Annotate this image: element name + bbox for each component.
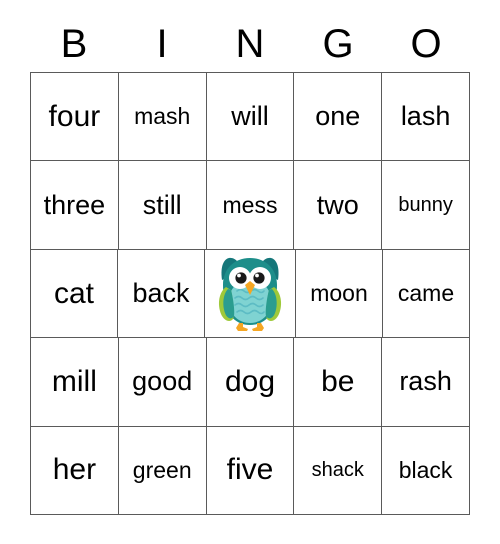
bingo-row: mill good dog be rash (31, 338, 470, 427)
bingo-cell-label: good (132, 366, 193, 397)
bingo-cell-label: three (43, 189, 106, 220)
bingo-cell[interactable]: back (118, 249, 205, 339)
bingo-cell[interactable]: still (118, 161, 207, 250)
bingo-cell[interactable]: bunny (382, 161, 470, 250)
bingo-row: her green five shack black (31, 426, 470, 516)
bingo-cell[interactable]: two (294, 161, 383, 250)
bingo-cell[interactable]: be (294, 338, 383, 427)
bingo-cell[interactable]: mill (31, 338, 119, 427)
bingo-cell[interactable]: shack (294, 426, 383, 516)
bingo-cell-label: cat (53, 276, 95, 310)
header-letter-b: B (60, 22, 88, 66)
bingo-cell-label: dog (224, 364, 276, 398)
bingo-cell[interactable]: cat (31, 249, 118, 339)
bingo-cell-label: came (397, 280, 455, 307)
bingo-cell[interactable]: black (382, 426, 470, 516)
bingo-cell-label: green (132, 456, 192, 483)
owl-icon (212, 254, 288, 334)
header-letter-o: O (410, 22, 442, 66)
bingo-cell[interactable]: will (206, 73, 295, 162)
bingo-cell-label: be (321, 364, 355, 398)
bingo-row: three still mess two bunny (31, 161, 470, 250)
bingo-cell-label: rash (399, 366, 452, 397)
bingo-cell[interactable]: her (31, 426, 119, 516)
bingo-row: four mash will one lash (31, 73, 470, 162)
header-letter-g: G (322, 22, 354, 66)
bingo-cell[interactable]: five (206, 426, 295, 516)
bingo-row: cat back moon came (31, 249, 470, 339)
bingo-cell-label: one (315, 101, 361, 132)
bingo-cell[interactable]: mess (206, 161, 295, 250)
bingo-cell-label: black (398, 456, 453, 483)
bingo-cell-label: four (48, 99, 101, 133)
bingo-cell[interactable]: mash (118, 73, 207, 162)
bingo-cell[interactable]: moon (296, 249, 383, 339)
bingo-free-space-cell[interactable] (205, 249, 296, 339)
bingo-cell-label: lash (400, 101, 451, 132)
bingo-cell-label: shack (311, 459, 364, 482)
bingo-cell[interactable]: lash (382, 73, 470, 162)
bingo-cell-label: mess (222, 191, 278, 218)
bingo-cell-label: her (52, 453, 97, 487)
bingo-cell[interactable]: four (31, 73, 119, 162)
bingo-cell-label: two (316, 189, 359, 220)
bingo-cell[interactable]: one (294, 73, 383, 162)
bingo-cell[interactable]: green (118, 426, 207, 516)
bingo-cell-label: mash (134, 103, 191, 130)
bingo-cell[interactable]: came (383, 249, 470, 339)
bingo-cell-label: mill (51, 364, 97, 398)
header-letter-i: I (156, 22, 168, 66)
bingo-cell[interactable]: good (118, 338, 207, 427)
bingo-cell-label: back (132, 278, 190, 309)
bingo-cell-label: still (142, 189, 182, 220)
bingo-cell[interactable]: rash (382, 338, 470, 427)
bingo-card: B I N G O four mash will one lash three … (0, 0, 500, 544)
bingo-cell-label: five (226, 453, 274, 487)
bingo-cell[interactable]: three (31, 161, 119, 250)
bingo-grid: four mash will one lash three still mess… (30, 72, 470, 516)
bingo-cell-label: bunny (398, 194, 453, 217)
bingo-header: B I N G O (30, 18, 470, 70)
bingo-cell[interactable]: dog (206, 338, 295, 427)
bingo-cell-label: will (231, 101, 269, 132)
bingo-cell-label: moon (310, 280, 368, 307)
header-letter-n: N (235, 22, 265, 66)
